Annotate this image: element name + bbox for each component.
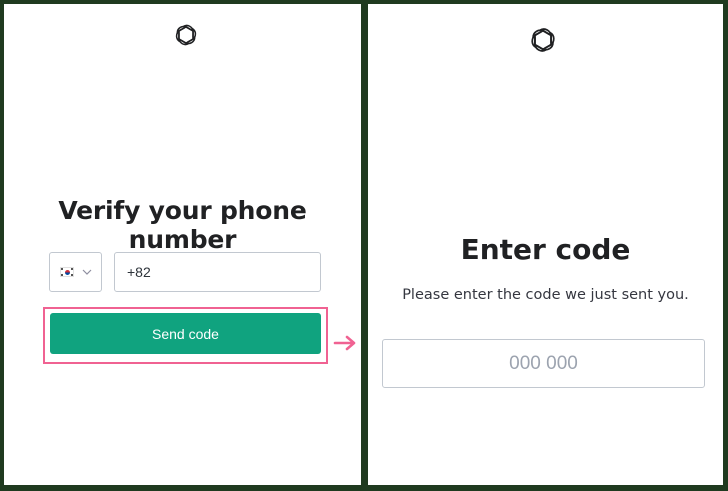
phone-number-input[interactable] xyxy=(114,252,321,292)
verification-code-input[interactable] xyxy=(382,339,705,388)
enter-code-panel: Enter code Please enter the code we just… xyxy=(368,4,723,485)
page-subtitle: Please enter the code we just sent you. xyxy=(402,287,689,303)
page-title: Verify your phone number xyxy=(58,196,307,254)
country-code-select[interactable] xyxy=(49,252,102,292)
openai-logo-icon xyxy=(527,24,559,56)
phone-verification-panel: Verify your phone number Send code xyxy=(4,4,361,485)
openai-logo-icon xyxy=(172,21,200,49)
chevron-down-icon xyxy=(82,269,92,275)
arrow-right-icon xyxy=(333,333,359,353)
page-title: Enter code xyxy=(460,233,631,266)
south-korea-flag-icon xyxy=(60,267,74,277)
send-code-button[interactable]: Send code xyxy=(50,313,321,354)
